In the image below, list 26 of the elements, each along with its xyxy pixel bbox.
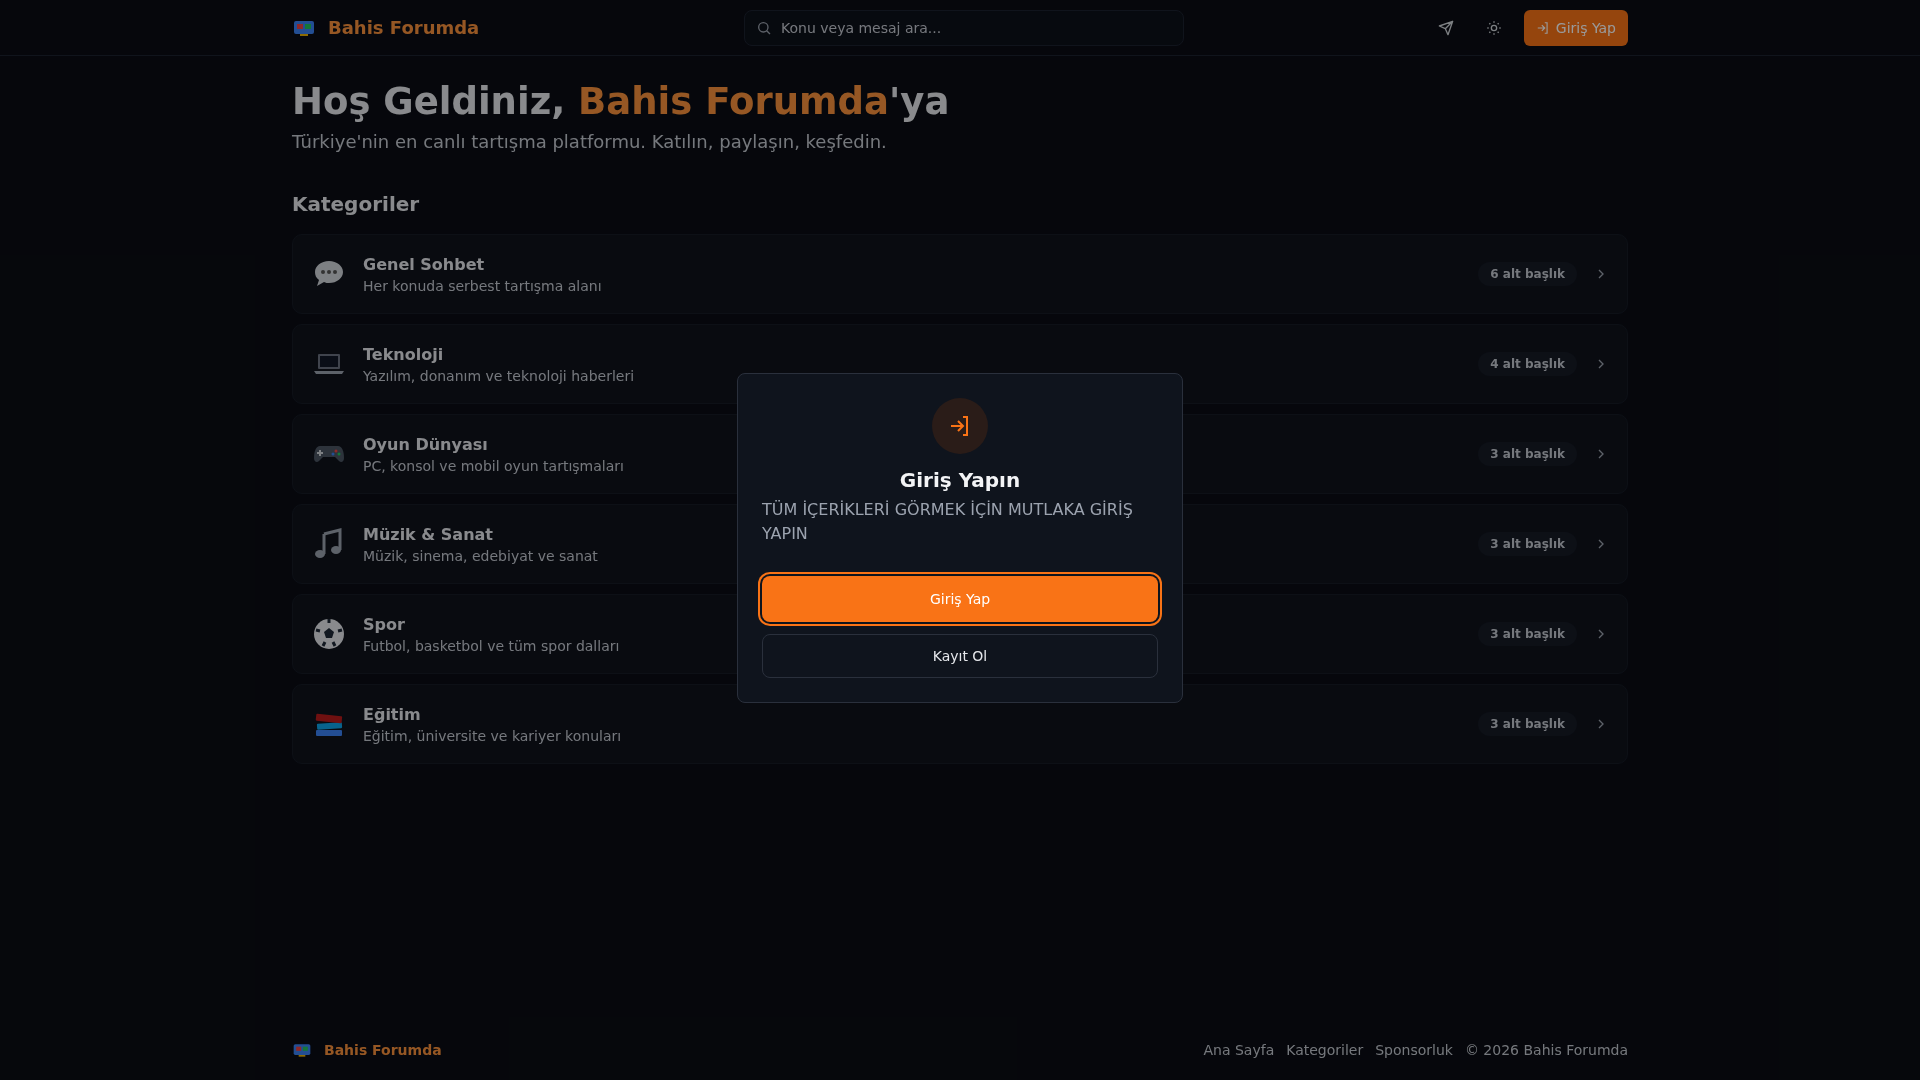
subtopic-count-badge: 3 alt başlık: [1478, 712, 1577, 736]
category-description: PC, konsol ve mobil oyun tartışmaları: [363, 457, 624, 474]
copyright-text: © 2026 Bahis Forumda: [1464, 1042, 1628, 1058]
dialog-message: TÜM İÇERİKLERİ GÖRMEK İÇİN MUTLAKA GİRİŞ YAPIN: [762, 499, 1134, 545]
category-description: Yazılım, donanım ve teknoloji haberleri: [363, 367, 635, 384]
dialog-title: Giriş Yapın: [899, 468, 1021, 492]
category-title: Spor: [363, 614, 405, 634]
category-title: Müzik & Sanat: [363, 524, 493, 544]
subtopic-count-badge: 3 alt başlık: [1478, 622, 1577, 646]
category-title: Eğitim: [363, 704, 421, 724]
category-title: Oyun Dünyası: [363, 434, 488, 454]
category-title: Teknoloji: [363, 344, 444, 364]
subtopic-count-badge: 6 alt başlık: [1478, 262, 1577, 286]
brand-highlight: Bahis Forumda: [578, 80, 889, 123]
category-description: Futbol, basketbol ve tüm spor dalları: [363, 637, 620, 654]
welcome-subtitle: Türkiye'nin en canlı tartışma platformu. Katılın, paylaşın, keşfedin.: [292, 131, 887, 152]
footer-logo-text: Bahis Forumda: [324, 1042, 442, 1058]
category-description: Her konuda serbest tartışma alanı: [363, 277, 602, 294]
category-description: Müzik, sinema, edebiyat ve sanat: [363, 547, 598, 564]
subtopic-count-badge: 4 alt başlık: [1478, 352, 1577, 376]
welcome-heading: Hoş Geldiniz, Bahis Forumda'ya: [292, 80, 950, 123]
category-title: Genel Sohbet: [363, 254, 485, 274]
section-heading: Kategoriler: [292, 192, 420, 216]
subtopic-count-badge: 3 alt başlık: [1478, 532, 1577, 556]
category-description: Eğitim, üniversite ve kariyer konuları: [363, 727, 622, 744]
subtopic-count-badge: 3 alt başlık: [1478, 442, 1577, 466]
